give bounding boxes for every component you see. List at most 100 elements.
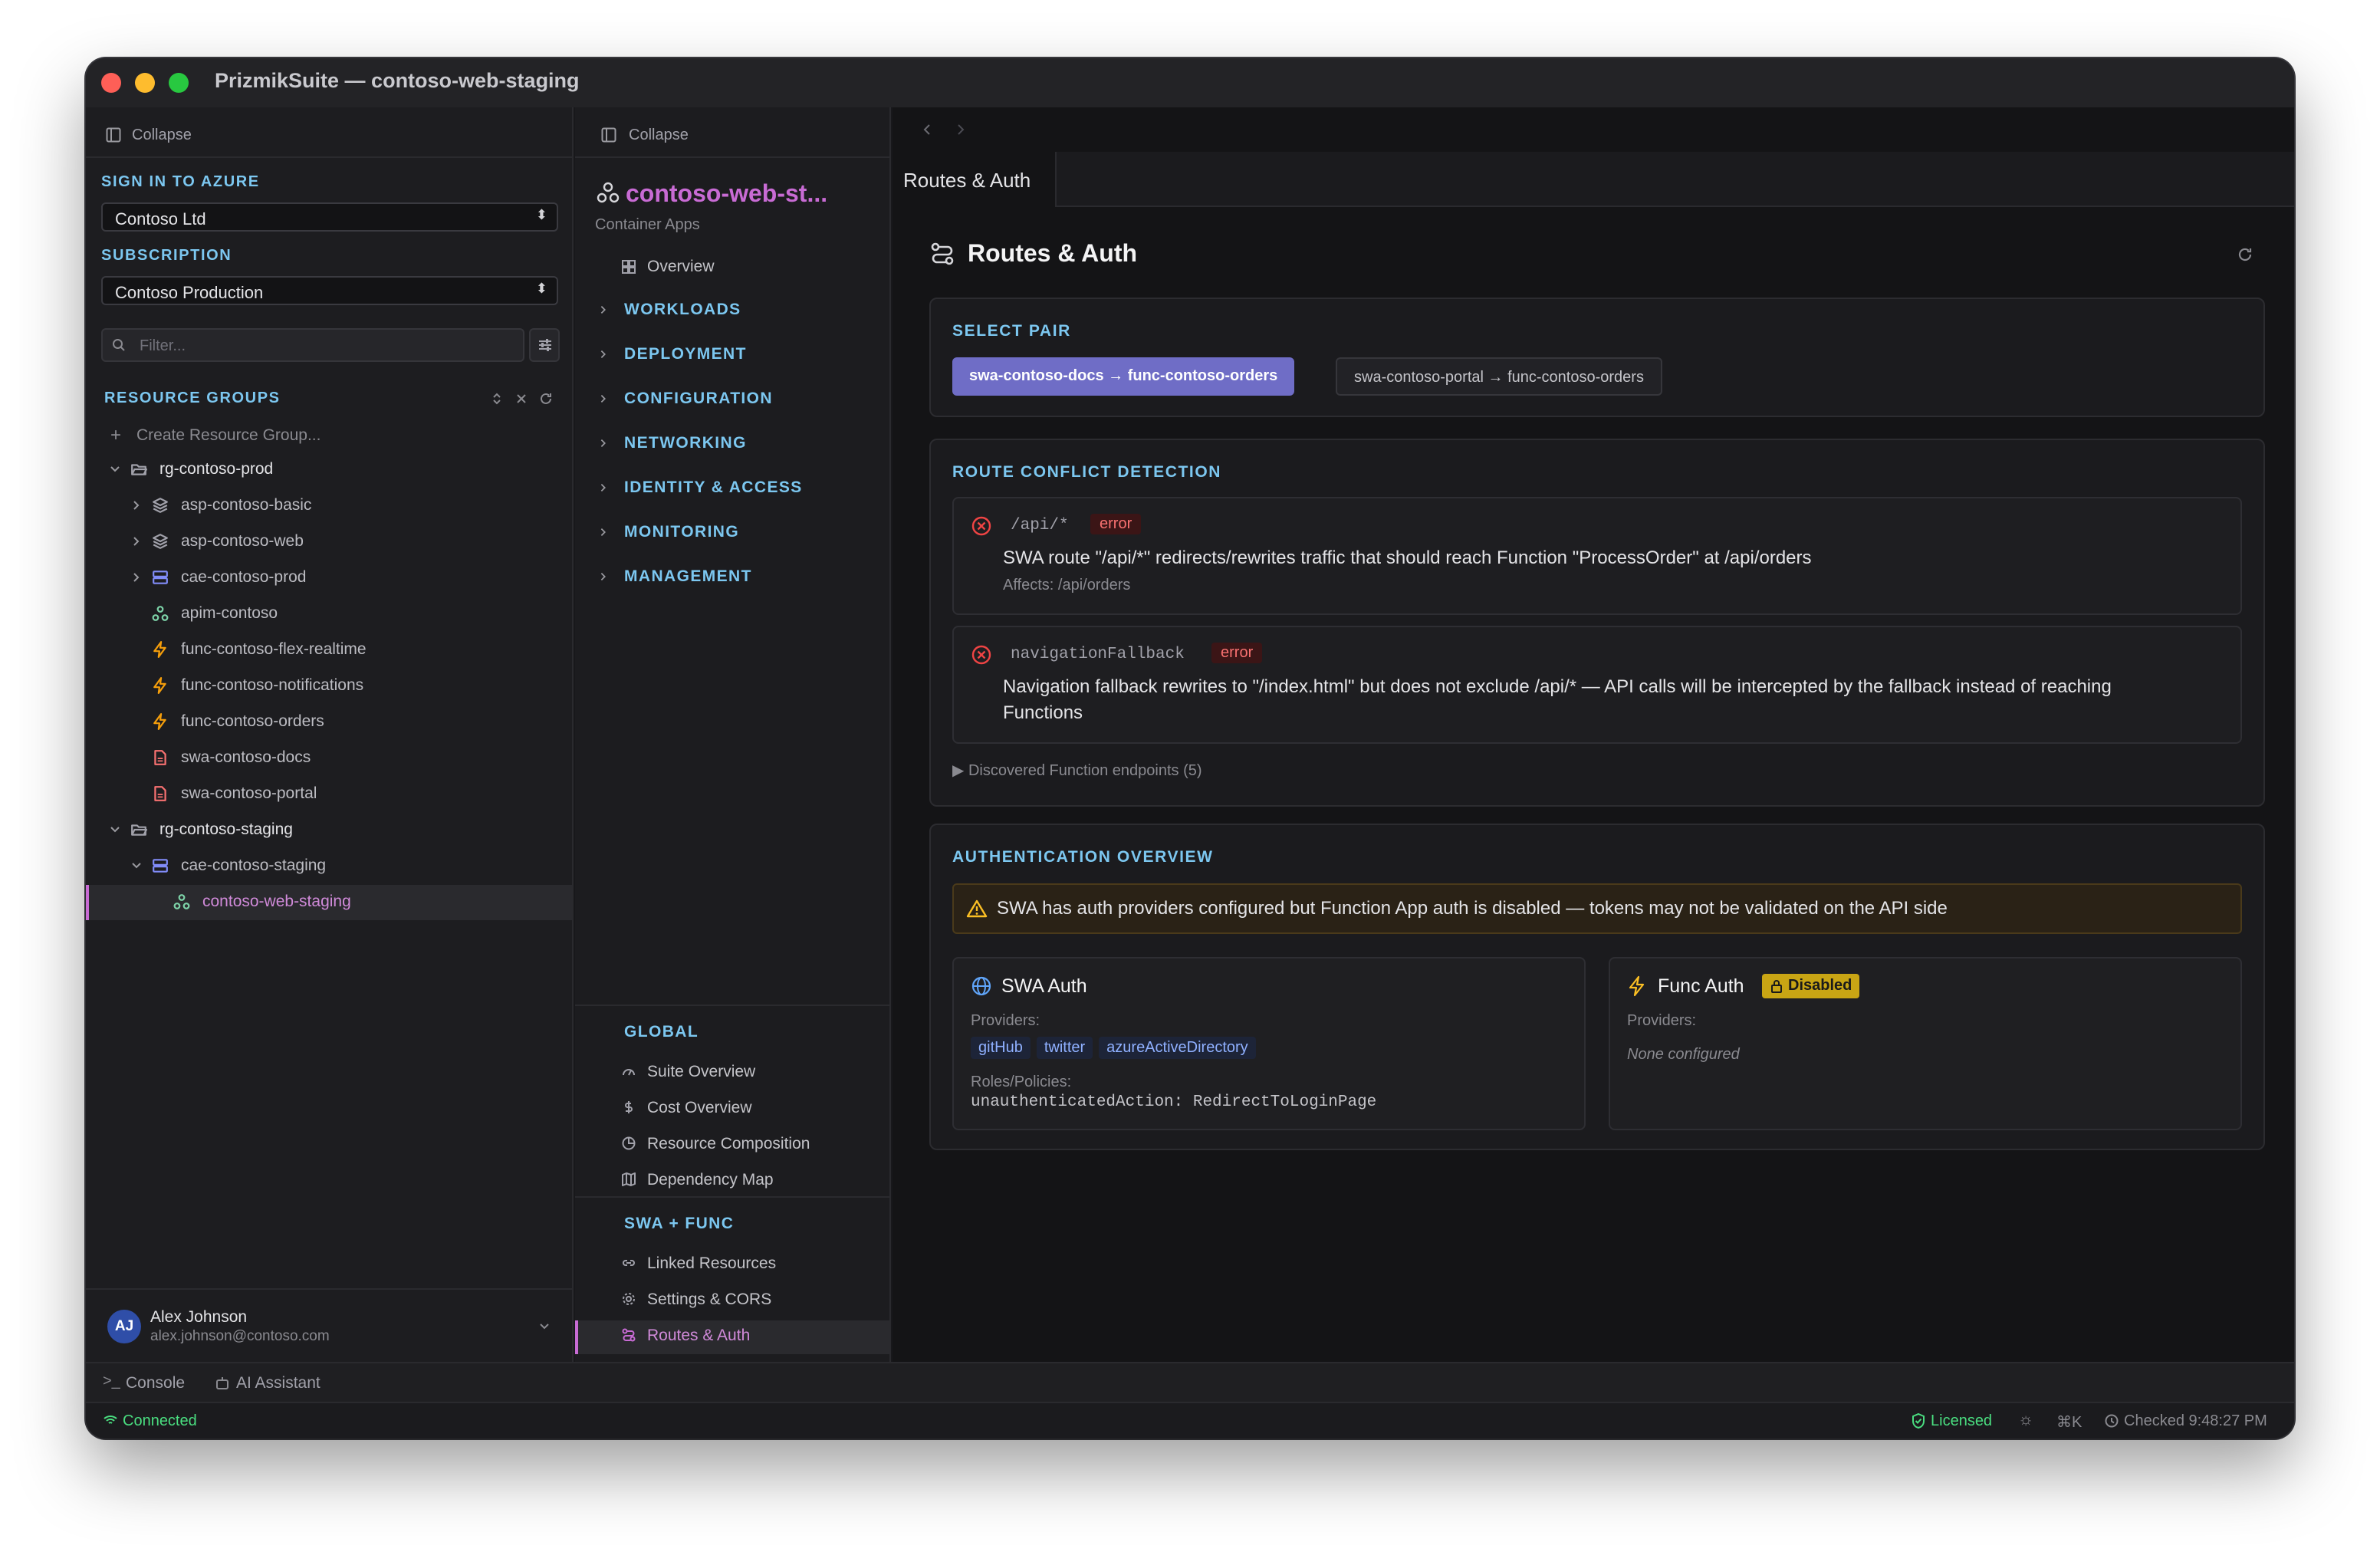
- back-chevron-icon[interactable]: [922, 123, 932, 136]
- folder-open-icon: [131, 824, 147, 836]
- chevron-right-icon[interactable]: [130, 535, 143, 547]
- error-circle-icon: [971, 645, 991, 665]
- chevron-right-icon[interactable]: [598, 348, 609, 360]
- chevron-down-icon[interactable]: [130, 860, 143, 872]
- sidebar-collapse-button[interactable]: Collapse: [132, 127, 192, 144]
- nav-section-management[interactable]: MANAGEMENT: [624, 567, 752, 586]
- tab-routes-auth[interactable]: Routes & Auth: [893, 152, 1057, 207]
- nav-item-settings-cors[interactable]: Settings & CORS: [647, 1291, 771, 1309]
- tab-label: Routes & Auth: [903, 169, 1031, 192]
- chevron-right-icon[interactable]: [598, 437, 609, 449]
- nav-collapse-button[interactable]: Collapse: [629, 127, 689, 144]
- refresh-icon[interactable]: [2236, 245, 2254, 264]
- clock-icon: [2105, 1414, 2119, 1428]
- nav-item-cost-overview[interactable]: Cost Overview: [647, 1099, 752, 1117]
- subscription-heading: SUBSCRIPTION: [101, 247, 232, 264]
- nav-item-resource-composition[interactable]: Resource Composition: [647, 1135, 810, 1153]
- nav-item-overview[interactable]: Overview: [647, 258, 715, 276]
- nav-item-routes-auth[interactable]: Routes & Auth: [647, 1327, 750, 1345]
- pie-icon: [622, 1136, 636, 1150]
- swa-auth-panel: SWA Auth Providers: gitHub twitter azureAc…: [952, 957, 1586, 1130]
- tree-item-label: asp-contoso-basic: [181, 496, 312, 514]
- refresh-icon[interactable]: [538, 391, 554, 406]
- pair-option-portal[interactable]: swa-contoso-portal → func-contoso-orders: [1336, 357, 1662, 396]
- nav-section-deployment[interactable]: DEPLOYMENT: [624, 345, 747, 363]
- shield-check-icon: [1912, 1412, 1925, 1429]
- chevron-right-icon[interactable]: [598, 393, 609, 405]
- tenant-select[interactable]: Contoso Ltd ⬍: [101, 202, 558, 232]
- nav-collapse-icon[interactable]: [601, 127, 616, 143]
- pair-option-docs[interactable]: swa-contoso-docs → func-contoso-orders: [952, 357, 1295, 396]
- swa-policy: unauthenticatedAction: RedirectToLoginPa…: [971, 1093, 1377, 1111]
- nav-item-dependency-map[interactable]: Dependency Map: [647, 1171, 774, 1189]
- routes-icon: [622, 1328, 636, 1342]
- expand-all-icon[interactable]: [491, 391, 503, 406]
- assistant-icon: [216, 1377, 228, 1389]
- filter-input[interactable]: Filter...: [101, 328, 524, 362]
- nav-section-workloads[interactable]: WORKLOADS: [624, 301, 741, 319]
- console-icon: >_: [103, 1373, 120, 1389]
- error-circle-icon: [971, 516, 991, 536]
- zoom-window-button[interactable]: [169, 73, 189, 93]
- chevron-right-icon[interactable]: [130, 499, 143, 511]
- severity-badge: error: [1090, 514, 1142, 534]
- layers-icon: [153, 534, 168, 549]
- user-email: alex.johnson@contoso.com: [150, 1328, 330, 1344]
- connection-status: Connected: [123, 1412, 197, 1429]
- command-palette-shortcut[interactable]: ⌘K: [2056, 1412, 2082, 1432]
- subscription-select[interactable]: Contoso Production ⬍: [101, 276, 558, 305]
- nav-header: [575, 107, 889, 158]
- tree-item-label: apim-contoso: [181, 604, 278, 622]
- resource-type: Container Apps: [595, 216, 700, 233]
- overview-icon: [622, 260, 636, 274]
- close-window-button[interactable]: [101, 73, 121, 93]
- resource-nav: Collapse contoso-web-st... Container App…: [575, 107, 891, 1416]
- network-icon: [173, 894, 190, 909]
- nav-item-linked-resources[interactable]: Linked Resources: [647, 1254, 776, 1273]
- forward-chevron-icon[interactable]: [955, 123, 966, 136]
- nav-section-configuration[interactable]: CONFIGURATION: [624, 390, 773, 408]
- tree-item-label: func-contoso-orders: [181, 712, 324, 730]
- conflict-message: Navigation fallback rewrites to "/index.…: [1003, 676, 2112, 697]
- conflict-route: /api/*: [1011, 517, 1069, 534]
- chevron-down-icon[interactable]: [109, 463, 121, 475]
- tree-item-label: swa-contoso-docs: [181, 748, 311, 766]
- last-checked: Checked 9:48:27 PM: [2124, 1412, 2267, 1429]
- provider-tag: azureActiveDirectory: [1099, 1037, 1256, 1059]
- ai-assistant-button[interactable]: AI Assistant: [236, 1374, 321, 1393]
- tree-item-label: rg-contoso-prod: [159, 460, 274, 478]
- func-providers-label: Providers:: [1627, 1012, 1697, 1029]
- user-menu-chevron-icon[interactable]: [538, 1322, 551, 1331]
- chevron-right-icon[interactable]: [598, 526, 609, 538]
- create-resource-group-button[interactable]: Create Resource Group...: [136, 426, 321, 445]
- map-icon: [622, 1172, 636, 1186]
- func-auth-status: Disabled: [1788, 977, 1852, 994]
- nav-section-monitoring[interactable]: MONITORING: [624, 523, 739, 541]
- nav-section-identity-access[interactable]: IDENTITY & ACCESS: [624, 478, 803, 497]
- swa-roles-label: Roles/Policies:: [971, 1074, 1072, 1090]
- chevron-right-icon[interactable]: [130, 571, 143, 584]
- swa-providers-label: Providers:: [971, 1012, 1040, 1029]
- nav-section-networking[interactable]: NETWORKING: [624, 434, 747, 452]
- warning-icon: [966, 899, 988, 918]
- tree-item-label: asp-contoso-web: [181, 532, 304, 550]
- discovered-endpoints-toggle[interactable]: ▶ Discovered Function endpoints (5): [952, 761, 1202, 780]
- nav-item-suite-overview[interactable]: Suite Overview: [647, 1063, 755, 1081]
- theme-toggle-icon[interactable]: ☼: [2018, 1409, 2033, 1429]
- file-icon: [154, 750, 166, 765]
- minimize-window-button[interactable]: [135, 73, 155, 93]
- func-providers-none: None configured: [1627, 1046, 1740, 1063]
- chevron-right-icon[interactable]: [598, 570, 609, 583]
- console-button[interactable]: Console: [126, 1374, 185, 1393]
- sliders-icon: [539, 339, 551, 351]
- chevron-right-icon[interactable]: [598, 482, 609, 494]
- status-bar: Connected Licensed ☼ ⌘K Checked 9:48:27 …: [86, 1402, 2294, 1439]
- collapse-all-icon[interactable]: [515, 393, 528, 405]
- title-bar: PrizmikSuite — contoso-web-staging: [86, 58, 2294, 107]
- sidebar-collapse-icon[interactable]: [106, 127, 121, 143]
- filter-options-button[interactable]: [529, 328, 560, 362]
- dollar-icon: [625, 1101, 633, 1113]
- chevron-right-icon[interactable]: [598, 304, 609, 316]
- conflict-affects: Affects: /api/orders: [1003, 577, 1131, 594]
- chevron-down-icon[interactable]: [109, 824, 121, 836]
